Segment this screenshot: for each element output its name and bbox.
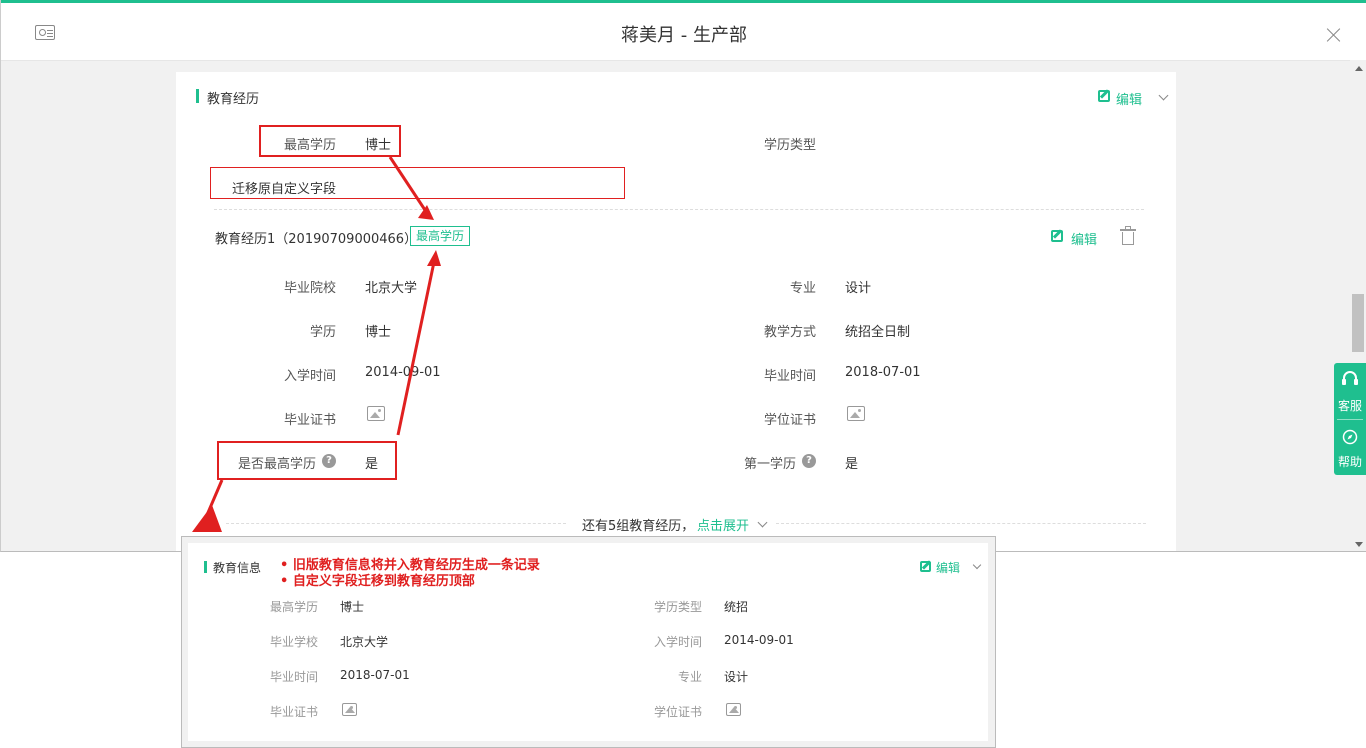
old-education-panel: 教育信息 编辑 • 旧版教育信息将并入教育经历生成一条记录 • 自定义字段迁移到… (181, 536, 996, 748)
old-degree-cert-label: 学位证书 (653, 705, 702, 719)
compass-icon (1342, 429, 1358, 445)
old-enroll-value: 2014-09-01 (724, 633, 794, 647)
old-panel-edit-label: 编辑 (936, 561, 961, 575)
headset-icon (1342, 371, 1358, 385)
service-button[interactable]: 客服 (1334, 363, 1366, 418)
old-school-value: 北京大学 (340, 635, 389, 649)
arrow-to-tag (388, 156, 427, 211)
image-icon[interactable] (342, 703, 357, 716)
old-grad-label: 毕业时间 (269, 670, 318, 684)
edit-icon (920, 561, 931, 572)
old-major-label: 专业 (677, 670, 702, 684)
old-school-label: 毕业学校 (269, 635, 318, 649)
old-enroll-label: 入学时间 (653, 635, 702, 649)
old-highest-label: 最高学历 (269, 600, 318, 614)
old-type-value: 统招 (724, 600, 749, 614)
image-icon[interactable] (726, 703, 741, 716)
chevron-down-icon[interactable] (972, 560, 982, 570)
help-label: 帮助 (1337, 455, 1362, 469)
arrow-to-tag (396, 261, 436, 436)
side-widget: 客服 帮助 (1334, 363, 1366, 475)
old-panel-edit-button[interactable]: 编辑 (920, 559, 982, 577)
annotation-note: • 自定义字段迁移到教育经历顶部 (280, 574, 475, 589)
old-panel-content: 教育信息 编辑 • 旧版教育信息将并入教育经历生成一条记录 • 自定义字段迁移到… (188, 543, 988, 741)
arrowhead (418, 205, 434, 220)
old-highest-value: 博士 (340, 600, 365, 614)
old-major-value: 设计 (724, 670, 749, 684)
old-diploma-label: 毕业证书 (269, 705, 318, 719)
arrowhead (192, 505, 222, 532)
old-type-label: 学历类型 (653, 600, 702, 614)
old-panel-title: 教育信息 (213, 561, 262, 575)
section-accent-bar (204, 561, 207, 573)
old-grad-value: 2018-07-01 (340, 668, 410, 682)
service-label: 客服 (1337, 399, 1362, 413)
help-button[interactable]: 帮助 (1334, 420, 1366, 475)
arrowhead (427, 250, 441, 266)
